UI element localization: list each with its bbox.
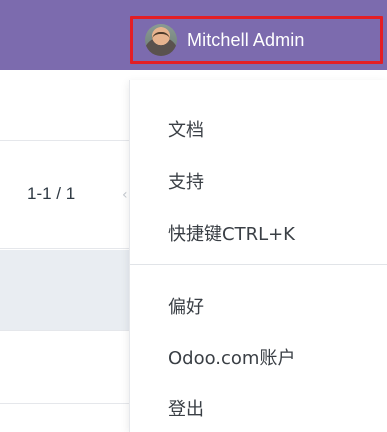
- user-avatar: [145, 24, 177, 56]
- row-divider: [0, 140, 130, 141]
- menu-item-support[interactable]: 支持: [168, 168, 204, 194]
- menu-item-odoo-account[interactable]: Odoo.com账户: [168, 344, 295, 370]
- user-menu-button[interactable]: Mitchell Admin: [130, 16, 383, 64]
- top-navbar: Mitchell Admin: [0, 0, 387, 70]
- menu-divider: [130, 264, 387, 265]
- list-area: 1-1 / 1 ‹: [0, 70, 130, 432]
- menu-item-logout[interactable]: 登出: [168, 395, 204, 421]
- row-divider: [0, 248, 130, 249]
- pager-value[interactable]: 1-1 / 1: [27, 184, 75, 204]
- chevron-left-icon[interactable]: ‹: [122, 188, 130, 202]
- list-row-selected[interactable]: [0, 250, 130, 330]
- user-name-label: Mitchell Admin: [187, 29, 305, 50]
- user-dropdown-menu: 文档 支持 快捷键CTRL+K 偏好 Odoo.com账户 登出: [130, 80, 387, 432]
- menu-item-shortcuts[interactable]: 快捷键CTRL+K: [168, 220, 295, 246]
- row-divider: [0, 330, 130, 331]
- menu-item-documentation[interactable]: 文档: [168, 116, 204, 142]
- menu-item-preferences[interactable]: 偏好: [168, 293, 204, 319]
- row-divider: [0, 403, 130, 404]
